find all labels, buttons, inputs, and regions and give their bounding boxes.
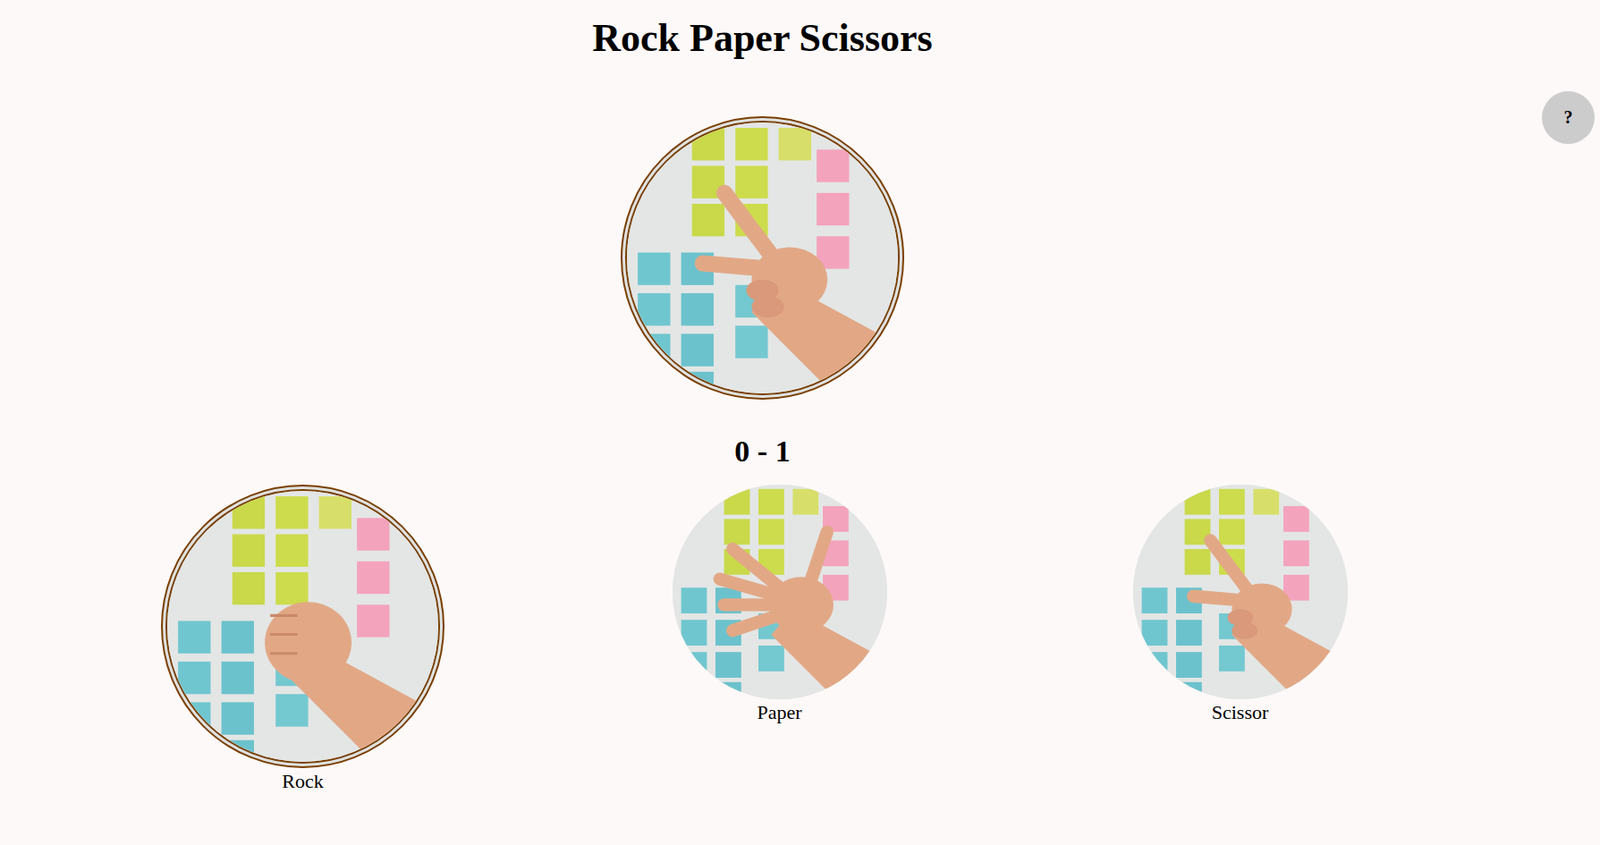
computer-choice (620, 116, 905, 400)
choice-kind (167, 491, 439, 762)
choice-label: Rock (281, 770, 323, 794)
choice-label: Paper (756, 701, 802, 725)
choice-kind (1133, 484, 1348, 700)
choice-slot (1098, 484, 1382, 700)
choice-option[interactable]: Rock (160, 484, 445, 794)
scissor-hand-icon (626, 122, 898, 394)
computer-choice-area (0, 116, 1600, 400)
choice-image[interactable] (1133, 484, 1348, 700)
choice-image[interactable] (672, 484, 888, 700)
page-title: Rock Paper Scissors (0, 16, 1600, 62)
choice-slot (160, 484, 445, 769)
choice-slot (637, 484, 922, 700)
choice-image[interactable] (160, 484, 445, 769)
options-row: Rock Paper Scissor (0, 484, 1600, 794)
rock-hand-icon (167, 491, 439, 762)
choice-option[interactable]: Paper (637, 484, 922, 725)
choice-label: Scissor (1211, 701, 1270, 725)
score: 0 - 1 (0, 433, 1600, 471)
choice-option[interactable]: Scissor (1098, 484, 1382, 725)
paper-hand-icon (672, 484, 888, 700)
scissor-hand-icon (1133, 484, 1348, 700)
choice-kind (672, 484, 888, 700)
help-button[interactable]: ? (1541, 91, 1595, 144)
